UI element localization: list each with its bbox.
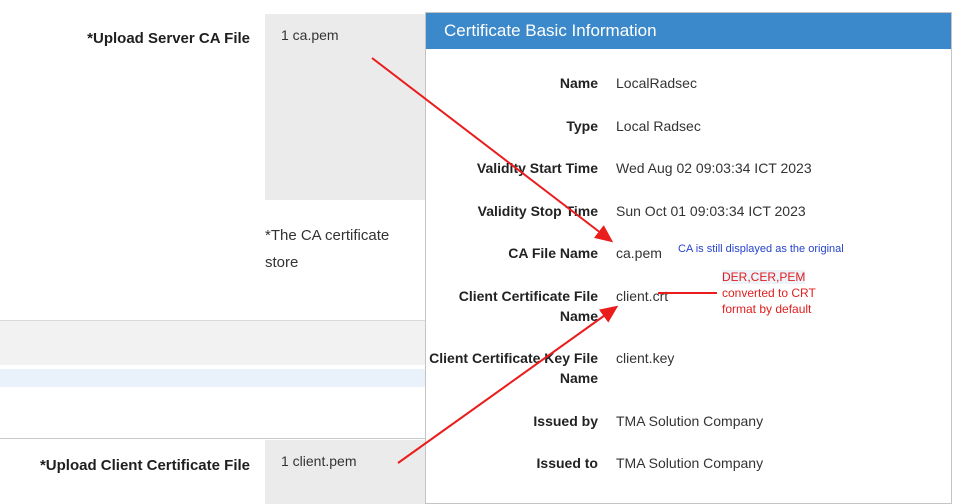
ca-note-line1: *The CA certificate — [265, 222, 427, 249]
certificate-upload-screen: *Upload Server CA File 1 ca.pem *The CA … — [0, 0, 958, 504]
crt-note-line1: DER,CER,PEM — [722, 270, 805, 284]
info-value: Local Radsec — [616, 116, 701, 136]
info-label: CA File Name — [426, 243, 598, 263]
info-row-validity-stop: Validity Stop Time Sun Oct 01 09:03:34 I… — [426, 201, 951, 221]
server-ca-file-name: 1 ca.pem — [281, 27, 339, 43]
panel-title: Certificate Basic Information — [426, 13, 951, 49]
info-label: Validity Start Time — [426, 158, 598, 178]
info-value: LocalRadsec — [616, 73, 697, 93]
info-value: Wed Aug 02 09:03:34 ICT 2023 — [616, 158, 812, 178]
info-row-type: Type Local Radsec — [426, 116, 951, 136]
info-label: Validity Stop Time — [426, 201, 598, 221]
info-row-validity-start: Validity Start Time Wed Aug 02 09:03:34 … — [426, 158, 951, 178]
info-value: client.crt — [616, 286, 668, 306]
info-row-issued-by: Issued by TMA Solution Company — [426, 411, 951, 431]
info-value: ca.pem — [616, 243, 662, 263]
info-row-client-cert-file: Client Certificate File Name client.crt — [426, 286, 951, 326]
section-strip-gray — [0, 320, 427, 365]
info-label: Client Certificate Key File Name — [426, 348, 598, 388]
client-cert-upload-box[interactable]: 1 client.pem — [265, 440, 425, 504]
ca-displayed-annotation: CA is still displayed as the original — [678, 243, 844, 255]
info-value: client.key — [616, 348, 674, 368]
info-label: Issued to — [426, 453, 598, 473]
info-label: Client Certificate File Name — [426, 286, 598, 326]
info-value: TMA Solution Company — [616, 411, 763, 431]
ca-certificate-note: *The CA certificate store — [265, 222, 427, 276]
info-label: Issued by — [426, 411, 598, 431]
upload-server-ca-label: *Upload Server CA File — [0, 30, 250, 47]
info-row-name: Name LocalRadsec — [426, 73, 951, 93]
crt-note-line3: format by default — [722, 301, 816, 317]
info-value: Sun Oct 01 09:03:34 ICT 2023 — [616, 201, 806, 221]
crt-note-line2: converted to CRT — [722, 285, 816, 301]
info-label: Type — [426, 116, 598, 136]
crt-conversion-annotation: DER,CER,PEM converted to CRT format by d… — [722, 269, 816, 317]
section-divider — [0, 438, 427, 439]
server-ca-upload-box[interactable]: 1 ca.pem — [265, 14, 425, 200]
ca-note-line2: store — [265, 249, 427, 276]
section-strip-blue — [0, 369, 427, 387]
upload-client-cert-label: *Upload Client Certificate File — [0, 457, 250, 474]
info-row-client-cert-key: Client Certificate Key File Name client.… — [426, 348, 951, 388]
certificate-info-panel: Certificate Basic Information Name Local… — [425, 12, 952, 504]
client-cert-file-name: 1 client.pem — [281, 453, 356, 469]
info-row-issued-to: Issued to TMA Solution Company — [426, 453, 951, 473]
info-value: TMA Solution Company — [616, 453, 763, 473]
info-label: Name — [426, 73, 598, 93]
